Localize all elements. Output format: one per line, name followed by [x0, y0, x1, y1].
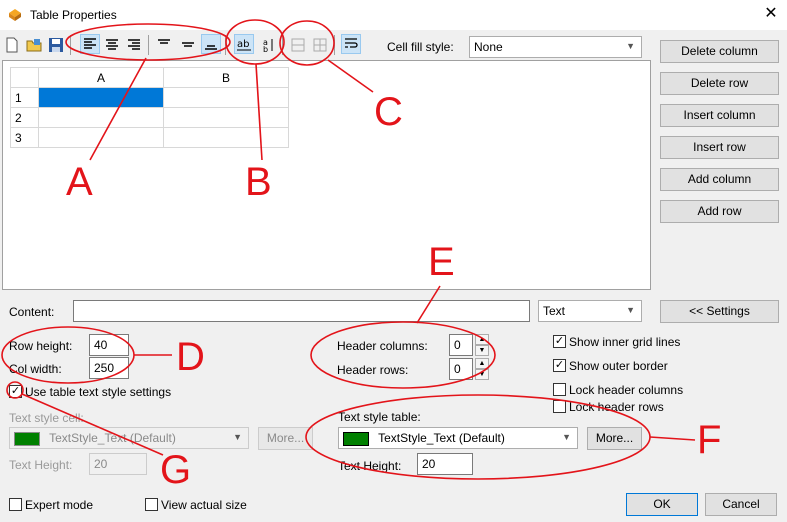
- annotation-leader-g: [21, 393, 164, 456]
- annotation-label-f: F: [697, 418, 722, 462]
- annotation-label-b: B: [245, 160, 272, 204]
- annotation-ellipse-c: [279, 20, 335, 66]
- annotation-label-d: D: [176, 335, 205, 379]
- annotation-leader-e: [416, 285, 441, 324]
- annotation-leader-c: [327, 59, 374, 93]
- annotation-ellipse-e: [310, 321, 496, 389]
- table-properties-dialog: Table Properties ✕ ab ab Cell fill style…: [0, 0, 787, 522]
- annotation-label-a: A: [66, 160, 93, 204]
- annotation-ellipse-d: [1, 326, 135, 384]
- annotation-ellipse-b: [225, 19, 285, 65]
- annotation-circle-g: [6, 381, 24, 399]
- annotation-label-c: C: [374, 90, 403, 134]
- annotation-leader-a: [89, 57, 147, 161]
- annotation-leader-b: [255, 63, 263, 161]
- annotation-overlay: [1, 19, 696, 480]
- annotation-ellipse-f: [305, 394, 651, 480]
- annotation-label-e: E: [428, 240, 455, 284]
- annotation-ellipse-a: [65, 23, 231, 61]
- annotation-label-g: G: [160, 448, 192, 492]
- annotation-leader-f: [649, 436, 696, 441]
